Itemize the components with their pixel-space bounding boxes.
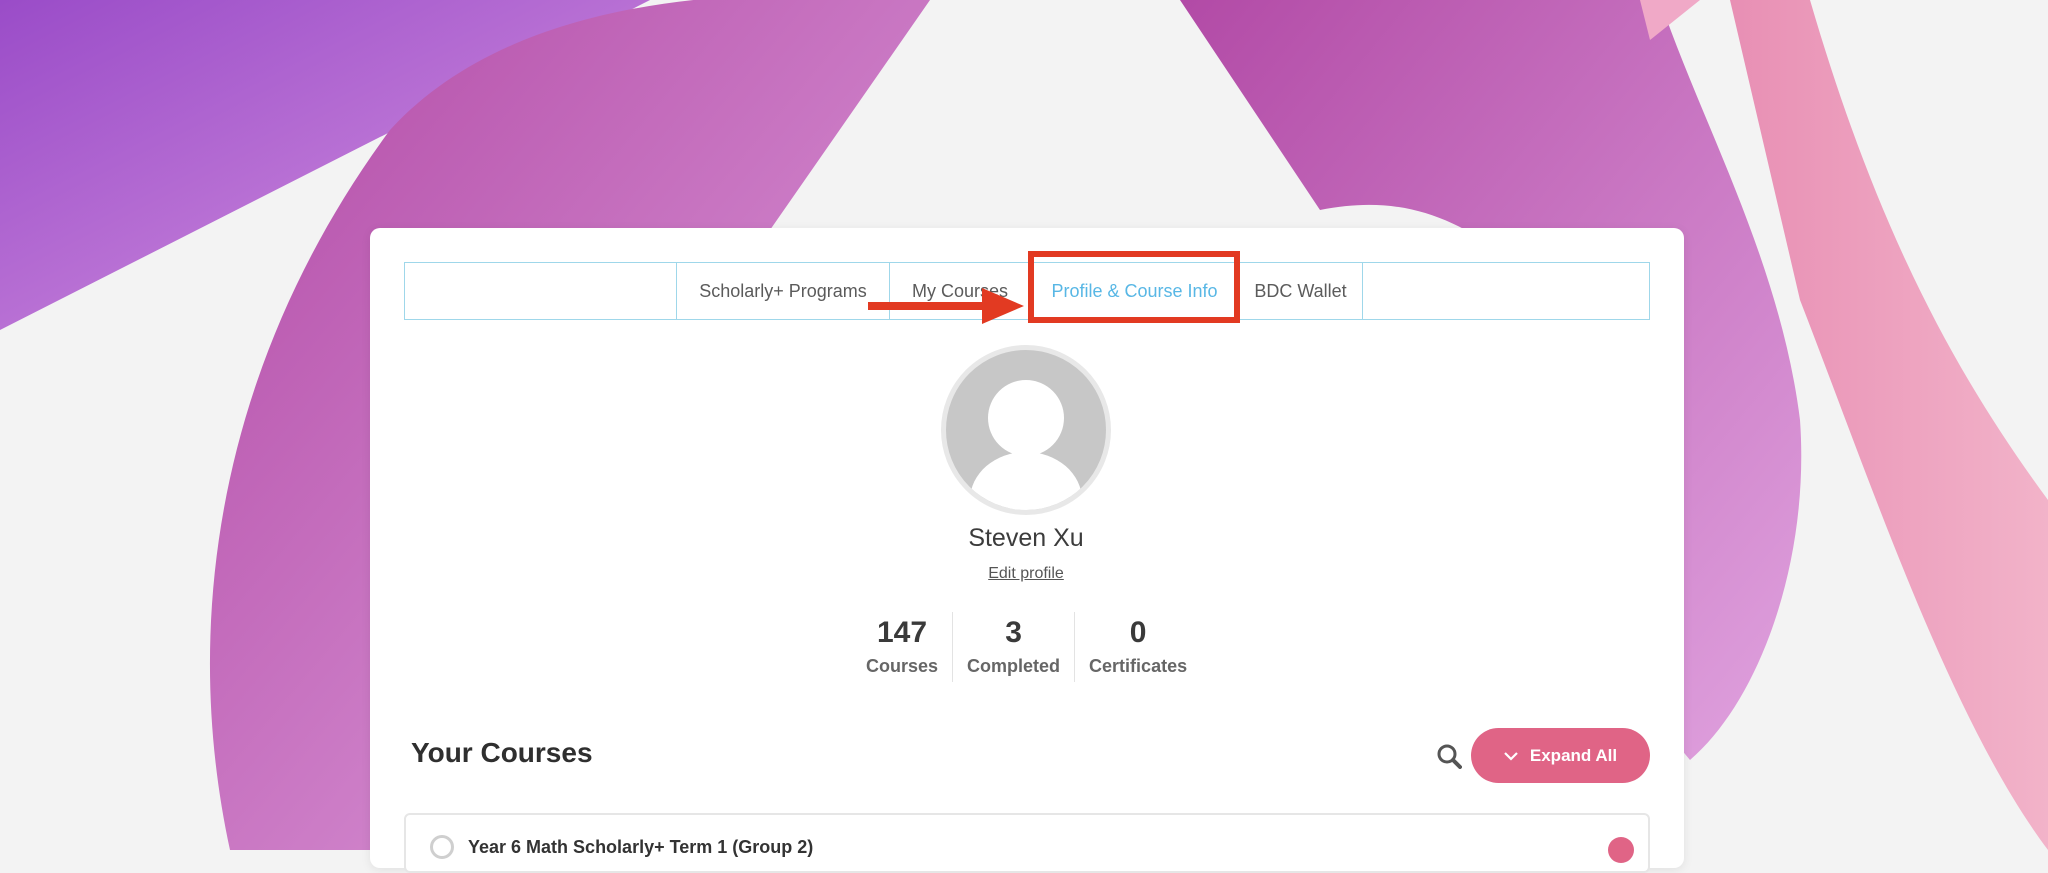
chevron-down-icon [1504, 751, 1518, 761]
stat-label: Completed [967, 656, 1061, 676]
stat-completed: 3 Completed [952, 612, 1074, 682]
course-status-icon [430, 835, 454, 859]
course-row[interactable]: Year 6 Math Scholarly+ Term 1 (Group 2) [404, 813, 1650, 873]
your-courses-heading: Your Courses [411, 737, 593, 768]
stat-courses: 147 Courses [852, 612, 952, 682]
stat-value: 147 [876, 616, 928, 649]
expand-all-label: Expand All [1529, 745, 1618, 765]
course-title: Year 6 Math Scholarly+ Term 1 (Group 2) [468, 837, 814, 857]
tab-spacer-right [1363, 263, 1649, 319]
highlight-box [1028, 251, 1240, 323]
avatar[interactable] [941, 345, 1111, 515]
edit-profile-link[interactable]: Edit profile [926, 565, 1126, 583]
stat-label: Courses [866, 656, 939, 676]
tab-scholarly-programs[interactable]: Scholarly+ Programs [677, 263, 890, 319]
user-name: Steven Xu [968, 524, 1084, 552]
stat-value: 0 [1129, 616, 1147, 649]
tab-spacer-left [405, 263, 677, 319]
search-icon[interactable] [1436, 743, 1462, 769]
stat-label: Certificates [1089, 656, 1188, 676]
course-expand-icon[interactable] [1608, 837, 1634, 863]
stat-value: 3 [1005, 616, 1022, 649]
stats-row: 147 Courses 3 Completed 0 Certificates [852, 612, 1201, 682]
expand-all-button[interactable]: Expand All [1471, 728, 1650, 783]
user-silhouette-icon [970, 380, 1082, 510]
pointer-arrow-icon [868, 288, 1024, 324]
tab-bdc-wallet[interactable]: BDC Wallet [1239, 263, 1363, 319]
stat-certificates: 0 Certificates [1074, 612, 1201, 682]
